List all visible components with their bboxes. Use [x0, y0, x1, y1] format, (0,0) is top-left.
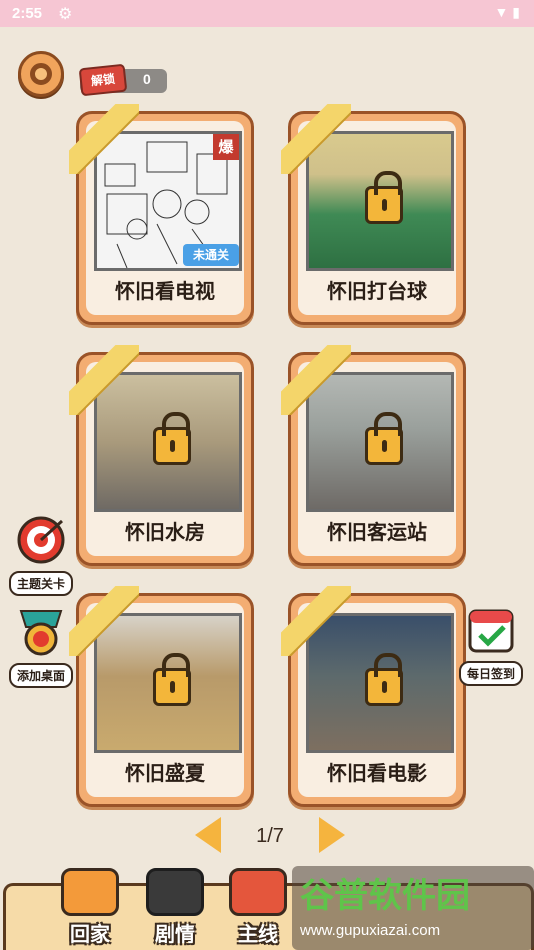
tab-home-label: 回家: [70, 922, 110, 946]
level-title: 怀旧打台球: [327, 279, 427, 303]
level-card-billiards[interactable]: 怀旧打台球: [288, 111, 466, 325]
lock-icon: [365, 171, 403, 224]
page-indicator: 1/7: [256, 825, 284, 847]
level-card-summer[interactable]: 怀旧盛夏: [76, 593, 254, 807]
tab-main[interactable]: 主线: [218, 868, 298, 950]
add-desktop-label: 添加桌面: [8, 663, 73, 688]
tab-home[interactable]: 回家: [50, 868, 130, 950]
level-card-movie[interactable]: 怀旧看电影: [288, 593, 466, 807]
daily-checkin-label: 每日签到: [458, 661, 523, 686]
next-page-icon[interactable]: [319, 817, 345, 853]
medal-icon: [19, 610, 63, 656]
theme-levels-button[interactable]: 主题关卡: [8, 515, 74, 596]
add-desktop-button[interactable]: 添加桌面: [8, 607, 74, 688]
corner-ribbon: [69, 104, 139, 174]
lock-icon: [153, 412, 191, 465]
unlock-label: 解锁: [78, 63, 128, 97]
corner-ribbon: [281, 586, 351, 656]
gear-icon: [30, 63, 52, 85]
unlock-count: 0: [143, 71, 151, 87]
watermark: 谷普软件园 www.gupuxiazai.com: [292, 866, 534, 950]
tab-main-label: 主线: [238, 922, 278, 946]
corner-ribbon: [69, 586, 139, 656]
watermark-title: 谷普软件园: [300, 876, 470, 916]
settings-button[interactable]: [18, 51, 64, 97]
lock-icon: [365, 412, 403, 465]
corner-ribbon: [69, 345, 139, 415]
tab-story[interactable]: 剧情: [135, 868, 215, 950]
level-title: 怀旧盛夏: [125, 761, 205, 785]
status-time: 2:55: [12, 5, 43, 22]
lock-icon: [153, 653, 191, 706]
clapper-icon: [146, 868, 204, 916]
level-title: 怀旧看电影: [327, 761, 427, 785]
level-title: 怀旧看电视: [115, 279, 215, 303]
sofa-icon: [61, 868, 119, 916]
calendar-check-icon: [468, 609, 514, 653]
level-card-bus-station[interactable]: 怀旧客运站: [288, 352, 466, 566]
status-bar: 2:55 ⚙ ▼ ▮: [0, 0, 534, 27]
level-card-water-room[interactable]: 怀旧水房: [76, 352, 254, 566]
lock-icon: [365, 653, 403, 706]
house-icon: [229, 868, 287, 916]
tab-story-label: 剧情: [155, 922, 195, 946]
hot-badge: 爆: [213, 134, 239, 160]
level-card-tv[interactable]: 爆 未通关 怀旧看电视: [76, 111, 254, 325]
corner-ribbon: [281, 104, 351, 174]
theme-levels-label: 主题关卡: [8, 571, 73, 596]
status-icons: ▼ ▮: [494, 4, 520, 20]
unpassed-badge: 未通关: [183, 244, 239, 266]
gear-icon: ⚙: [58, 6, 73, 23]
level-title: 怀旧客运站: [327, 520, 427, 544]
corner-ribbon: [281, 345, 351, 415]
target-icon: [17, 516, 65, 564]
pager: 1/7: [195, 815, 345, 859]
watermark-url: www.gupuxiazai.com: [300, 922, 441, 939]
daily-checkin-button[interactable]: 每日签到: [458, 605, 524, 686]
level-title: 怀旧水房: [125, 520, 205, 544]
prev-page-icon[interactable]: [195, 817, 221, 853]
